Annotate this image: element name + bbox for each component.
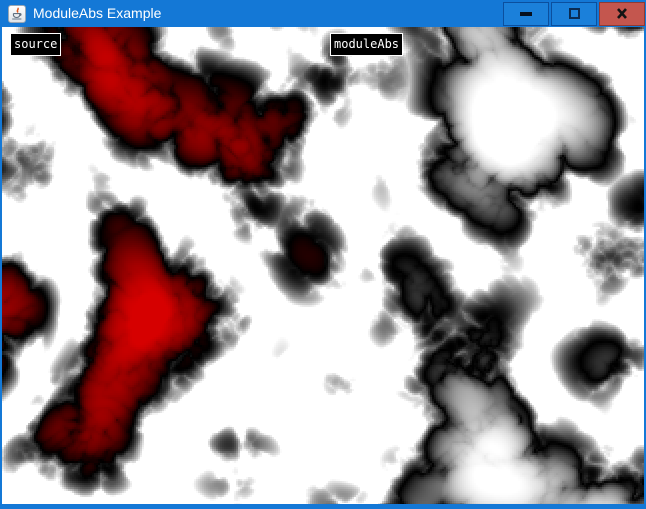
panel-label-source: source (10, 33, 61, 56)
window-controls (503, 2, 645, 26)
java-coffee-cup-icon (10, 7, 24, 21)
minimize-icon (520, 12, 532, 16)
close-icon (615, 7, 629, 20)
content-area: source moduleAbs (2, 27, 644, 504)
maximize-button[interactable] (551, 2, 597, 26)
noise-texture-canvas (2, 27, 644, 504)
java-icon[interactable] (8, 5, 26, 23)
panel-label-moduleabs: moduleAbs (330, 33, 403, 56)
window-title: ModuleAbs Example (33, 0, 161, 27)
app-window: ModuleAbs Example source moduleAbs (0, 0, 646, 509)
maximize-icon (569, 8, 580, 19)
minimize-button[interactable] (503, 2, 549, 26)
close-button[interactable] (599, 2, 645, 26)
titlebar[interactable]: ModuleAbs Example (0, 0, 646, 27)
